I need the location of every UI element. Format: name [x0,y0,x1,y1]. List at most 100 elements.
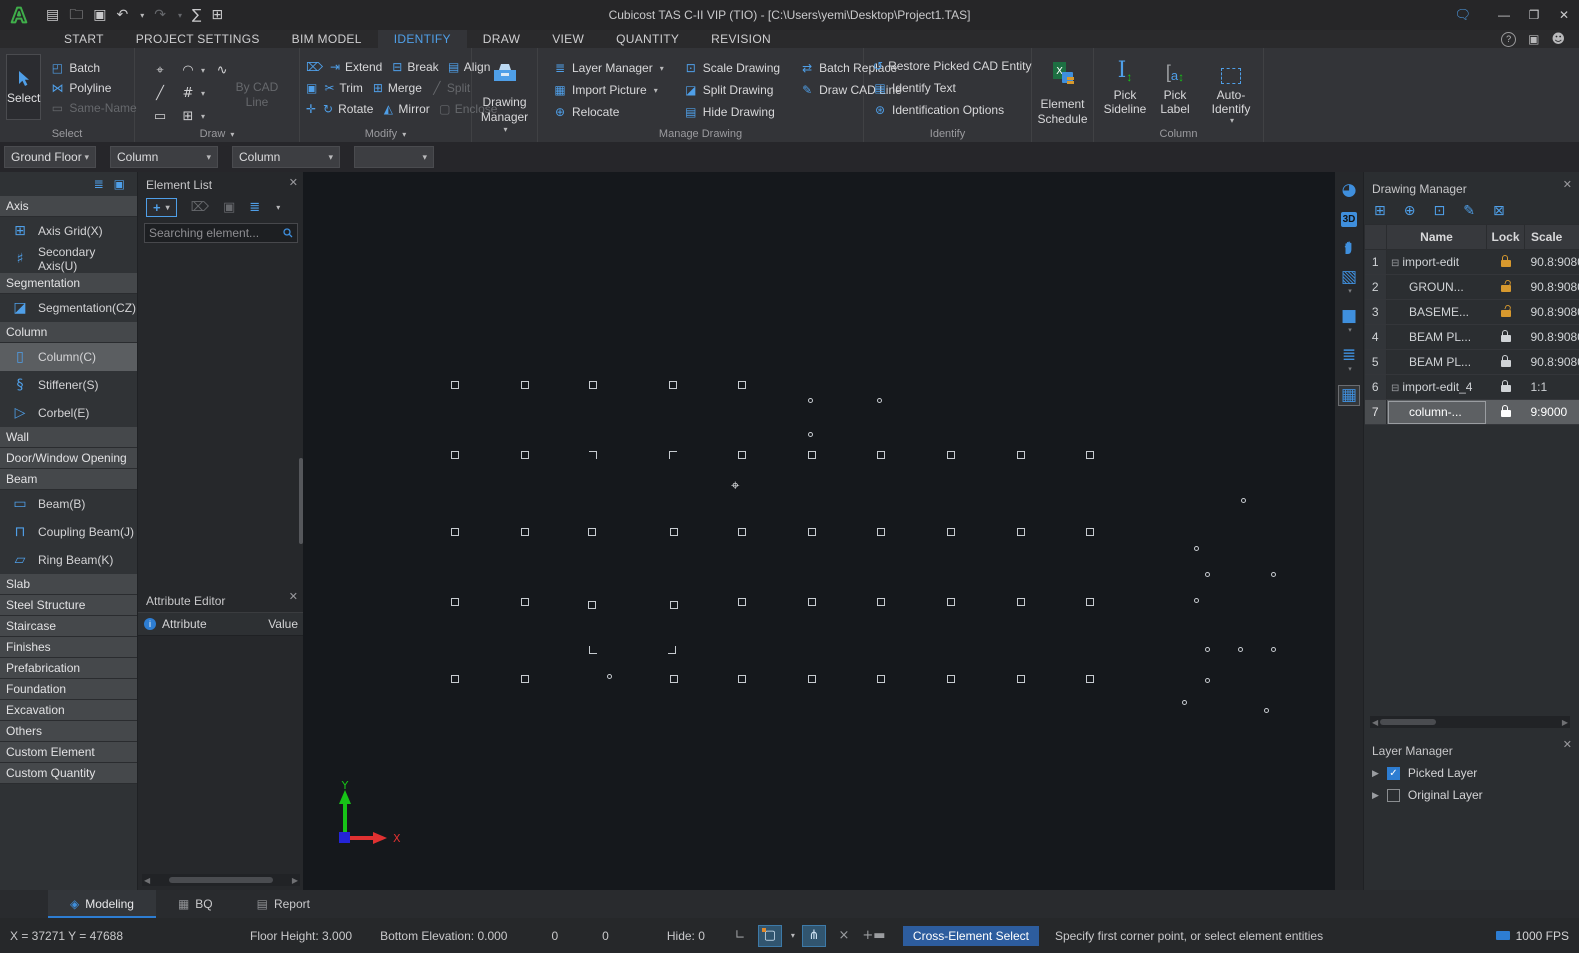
identification-options-button[interactable]: ⊛Identification Options [870,102,1025,118]
column-marker[interactable] [1017,598,1025,606]
drawing-row[interactable]: 2GROUN...90.8:9080 [1365,275,1579,300]
column-marker[interactable] [877,451,885,459]
drawing-name-cell[interactable]: column-... [1387,400,1487,425]
sidebar-item-coupling-beam-j-[interactable]: ⊓Coupling Beam(J) [0,518,137,546]
redo-dropdown-icon[interactable]: ▾ [178,11,182,20]
layer-manager-icon-dropdown[interactable]: ▾ [660,64,664,73]
import-picture-icon-dropdown[interactable]: ▾ [654,86,658,95]
cad-point-marker[interactable] [808,432,813,437]
column-marker[interactable] [451,675,459,683]
move-icon[interactable]: ✛ [306,103,316,115]
column-marker[interactable] [669,381,677,389]
cad-point-marker[interactable] [1271,647,1276,652]
split-drawing-button[interactable]: ◪Split Drawing [681,82,783,98]
scale-column-header[interactable]: Scale [1525,225,1579,250]
unlocked-icon[interactable] [1501,285,1511,292]
column-marker[interactable] [738,675,746,683]
extra-select[interactable]: ▾ [354,146,434,168]
ribbon-tab-revision[interactable]: REVISION [695,30,787,48]
lock-cell[interactable] [1487,350,1525,375]
sidebar-header-axis[interactable]: Axis [0,196,137,217]
solid-view-icon[interactable]: ■▾ [1341,308,1357,334]
wireframe-view-icon[interactable]: ▧▾ [1341,269,1357,295]
delete-drawing-button[interactable]: ⊠ [1493,204,1505,218]
element-search-input[interactable]: Searching element... [144,223,298,243]
axis-grid-draw-icon[interactable]: # [177,83,199,103]
sidebar-header-prefabrication[interactable]: Prefabrication [0,658,137,679]
left-panel-hscrollbar[interactable]: ◀▶ [142,874,300,886]
column-marker[interactable] [588,528,596,536]
arc-icon-dropdown[interactable]: ▾ [201,66,205,75]
locked-icon[interactable] [1501,385,1511,392]
cad-point-marker[interactable] [1205,678,1210,683]
lock-cell[interactable] [1487,325,1525,350]
drawing-name-cell[interactable]: ⊟import-edit [1387,250,1487,275]
column-marker[interactable] [521,451,529,459]
sidebar-header-finishes[interactable]: Finishes [0,637,137,658]
scale-cell[interactable]: 90.8:9080 [1525,350,1579,375]
ortho-toggle-icon[interactable]: ∟ [729,926,751,946]
column-marker[interactable] [588,601,596,609]
cad-point-marker[interactable] [1205,572,1210,577]
attribute-editor-close-icon[interactable]: ✕ [289,590,298,603]
pick-box-icon[interactable]: ▢ [759,926,781,946]
sidebar-item-segmentation-cz-[interactable]: ◪Segmentation(CZ) [0,294,137,322]
column-marker[interactable] [738,528,746,536]
summation-icon[interactable]: ∑ [192,8,201,22]
cad-point-marker[interactable] [607,674,612,679]
column-marker[interactable] [670,528,678,536]
layers-view-icon[interactable]: ≣▾ [1342,347,1356,373]
add-selection-icon[interactable]: +▬ [863,926,885,946]
view-3d-icon[interactable]: 3D [1341,212,1358,227]
element-schedule-button[interactable]: X Element Schedule [1037,54,1087,126]
drawing-manager-close-icon[interactable]: ✕ [1563,178,1572,191]
layer-visibility-checkbox[interactable] [1387,789,1400,802]
sidebar-header-foundation[interactable]: Foundation [0,679,137,700]
cad-point-marker[interactable] [1182,700,1187,705]
column-marker[interactable] [670,675,678,683]
column-marker[interactable] [1086,528,1094,536]
spline-icon[interactable]: ∿ [211,60,233,80]
by-cad-line-button[interactable]: By CAD Line [229,80,285,110]
new-drawing-icon[interactable]: ▤ [46,8,59,22]
cad-point-marker[interactable] [1271,572,1276,577]
column-marker[interactable] [451,598,459,606]
column-marker[interactable] [1086,451,1094,459]
cad-point-marker[interactable] [1194,546,1199,551]
cad-point-marker[interactable] [1238,647,1243,652]
undo-icon[interactable]: ↶ [116,8,128,22]
grid-draw-icon-dropdown[interactable]: ▾ [201,112,205,121]
column-marker[interactable] [451,381,459,389]
category-select[interactable]: Column▾ [110,146,218,168]
column-marker[interactable] [947,675,955,683]
open-file-icon[interactable]: 🗀 [69,8,83,22]
rotate-button[interactable]: ↻Rotate [318,101,376,117]
sidebar-header-wall[interactable]: Wall [0,427,137,448]
lock-cell[interactable] [1487,275,1525,300]
sidebar-item-ring-beam-k-[interactable]: ▱Ring Beam(K) [0,546,137,574]
column-marker[interactable] [738,381,746,389]
schedule-view-icon[interactable]: ▦ [1339,386,1359,405]
point-icon[interactable]: ⌖ [149,60,171,80]
ribbon-tab-identify[interactable]: IDENTIFY [378,30,467,48]
axis-grid-draw-icon-dropdown[interactable]: ▾ [201,89,205,98]
window-layout-icon[interactable]: ▣ [1528,33,1539,45]
scale-drawing-button[interactable]: ⊡Scale Drawing [681,60,783,76]
column-marker[interactable] [808,675,816,683]
column-marker[interactable] [589,381,597,389]
column-marker[interactable] [808,451,816,459]
arc-icon[interactable]: ◠ [177,60,199,80]
layer-manager-close-icon[interactable]: ✕ [1563,738,1572,751]
cad-bracket-marker[interactable] [668,646,676,654]
minimize-button[interactable]: — [1489,0,1519,30]
add-drawing-button[interactable]: ⊞ [1374,204,1386,218]
layer-manager-button[interactable]: ≣Layer Manager▾ [550,60,667,76]
drawing-name-cell[interactable]: BEAM PL... [1387,325,1487,350]
pan-icon[interactable] [1341,240,1357,256]
floor-select[interactable]: Ground Floor▾ [4,146,96,168]
scale-cell[interactable]: 90.8:9080 [1525,325,1579,350]
copy-icon[interactable]: ▣ [306,82,317,94]
column-marker[interactable] [521,381,529,389]
drawing-manager-hscrollbar[interactable]: ◀▶ [1370,716,1570,728]
sidebar-item-stiffener-s-[interactable]: §Stiffener(S) [0,371,137,399]
